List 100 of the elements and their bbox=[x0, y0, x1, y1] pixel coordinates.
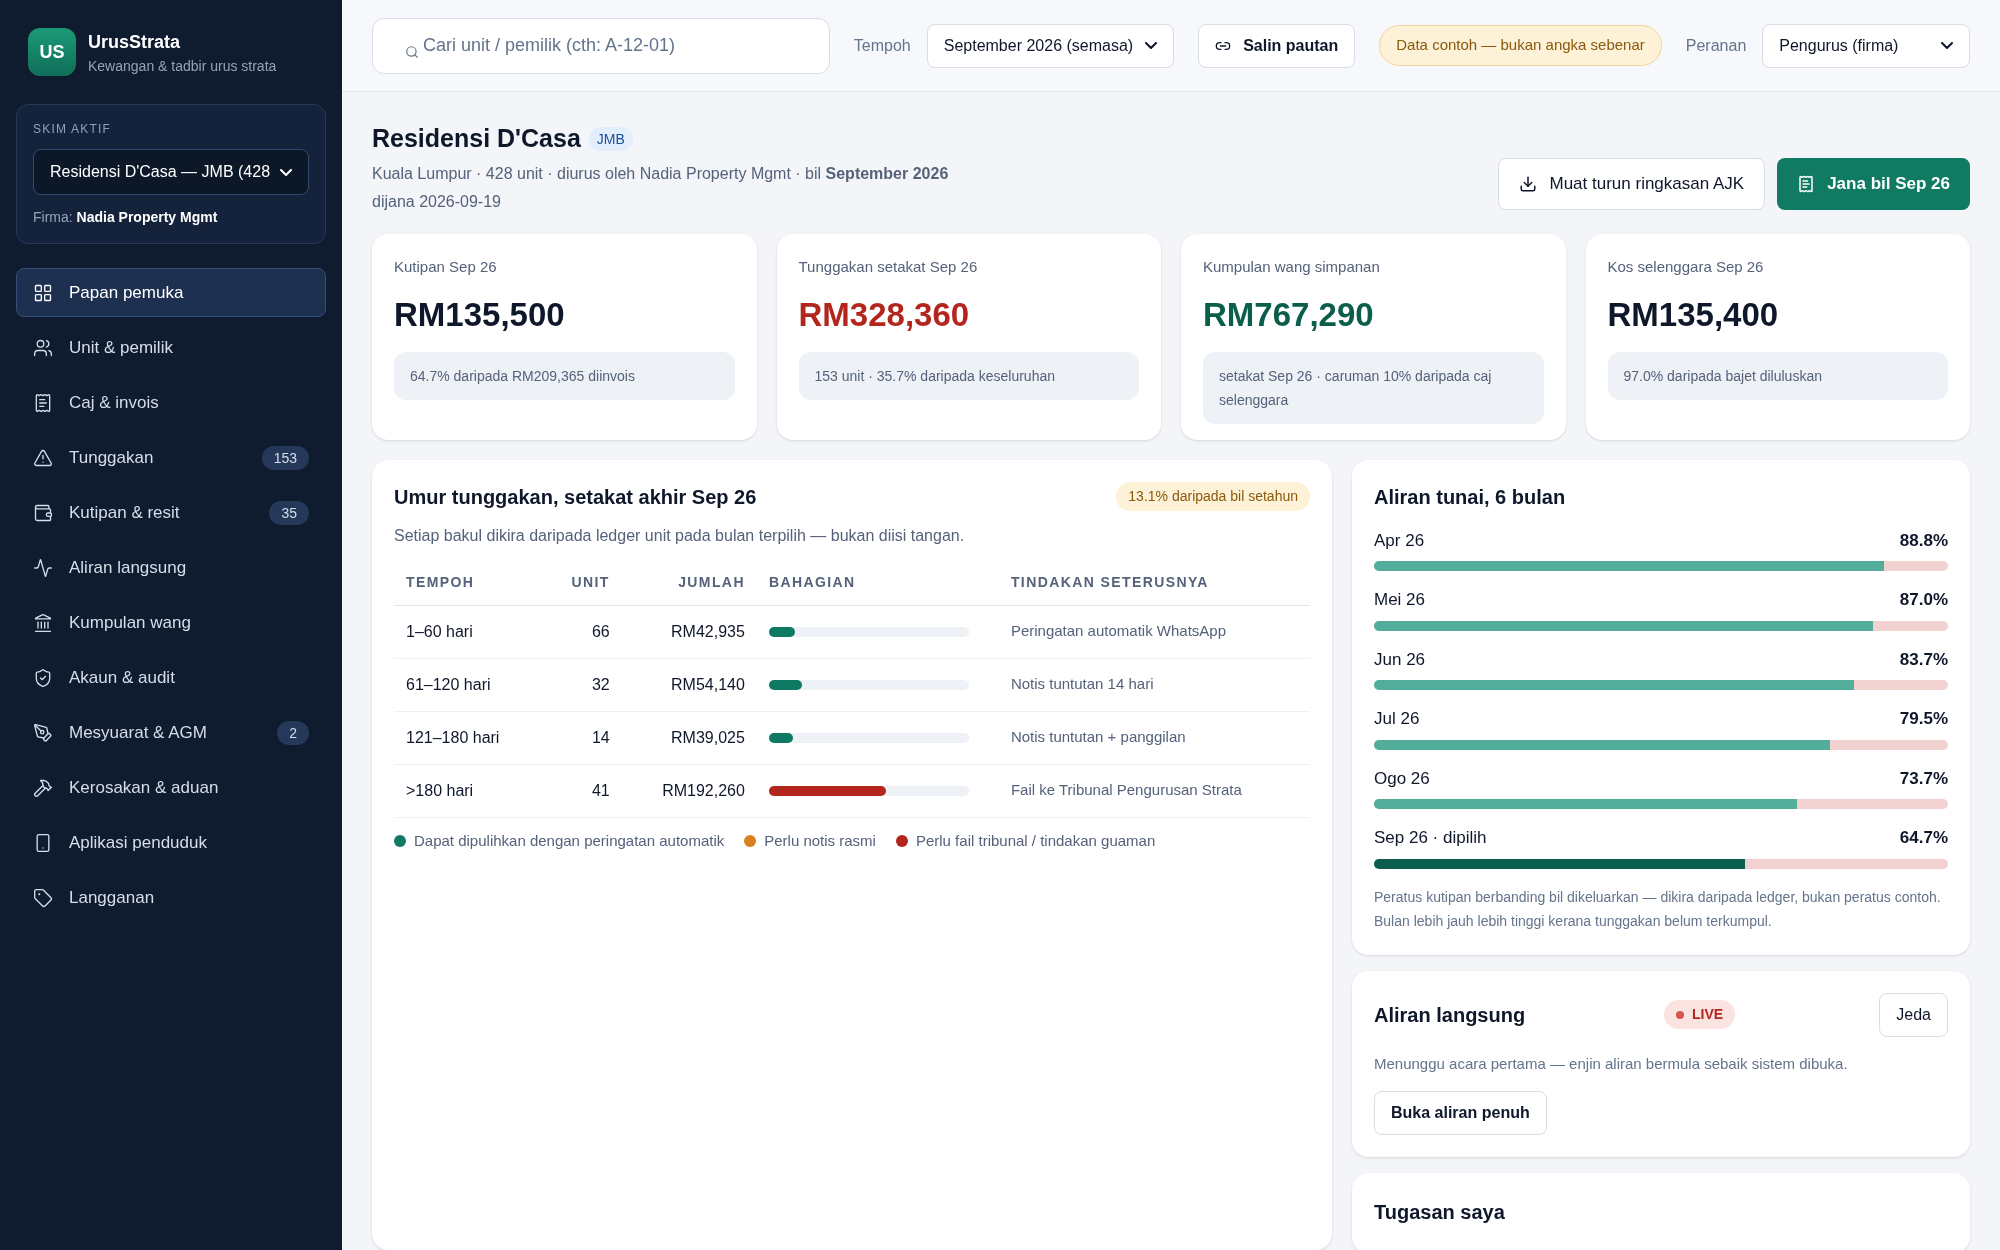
count-badge: 2 bbox=[277, 720, 309, 745]
nav-item[interactable]: Mesyuarat & AGM 2 bbox=[16, 708, 326, 757]
table-cell: 121–180 hari bbox=[394, 711, 543, 764]
column-header: BAHAGIAN bbox=[756, 559, 987, 605]
card-subtitle: Setiap bakul dikira daripada ledger unit pada bulan terpilih — bukan diisi tangan. bbox=[394, 525, 966, 546]
card-title: Aliran tunai, 6 bulan bbox=[1374, 484, 1567, 510]
firm-text: Firma: Nadia Property Mgmt bbox=[33, 208, 219, 227]
table-cell: 66 bbox=[542, 605, 622, 658]
role-select[interactable]: Pengurus (firma) bbox=[1762, 23, 1970, 68]
grid-icon bbox=[33, 282, 53, 303]
kpi-value: RM767,290 bbox=[1203, 295, 1375, 335]
nav-item[interactable]: Kumpulan wang bbox=[16, 598, 326, 647]
nav-item[interactable]: Papan pemuka bbox=[16, 268, 326, 317]
column-header: TEMPOH bbox=[394, 559, 543, 605]
bank-icon bbox=[33, 612, 53, 633]
open-feed-button[interactable]: Buka aliran penuh bbox=[1374, 1091, 1547, 1135]
kpi-label: Kumpulan wang simpanan bbox=[1203, 256, 1381, 277]
collection-percent: 64.7% bbox=[1899, 827, 1948, 849]
table-cell: 32 bbox=[542, 658, 622, 711]
shield-icon bbox=[33, 667, 53, 688]
month-label: Mei 26 bbox=[1374, 589, 1426, 611]
scheme-type-badge: JMB bbox=[588, 126, 633, 151]
nav-item[interactable]: Kerosakan & aduan bbox=[16, 763, 326, 812]
cashflow-note: Peratus kutipan berbanding bil dikeluarkan — dikira daripada ledger, bukan peratus contoh. Bulan lebih jauh lebih tinggi kerana tunggakan belum terkumpul. bbox=[1374, 887, 1942, 931]
month-label: Apr 26 bbox=[1374, 529, 1425, 552]
tag-icon bbox=[33, 887, 53, 908]
table-cell: Fail ke Tribunal Pengurusan Strata bbox=[986, 764, 1310, 817]
chevron-icon bbox=[1941, 42, 1953, 49]
download-button[interactable]: Muat turun ringkasan AJK bbox=[1498, 157, 1766, 210]
table-cell: RM42,935 bbox=[621, 605, 757, 658]
month-label: Jul 26 bbox=[1374, 708, 1420, 730]
pause-button[interactable]: Jeda bbox=[1879, 992, 1948, 1037]
legend-label: Perlu fail tribunal / tindakan guaman bbox=[915, 830, 1156, 851]
kpi-value: RM135,400 bbox=[1607, 295, 1780, 335]
app-name: UrusStrata bbox=[88, 31, 182, 54]
copy-link-button[interactable]: Salin pautan bbox=[1198, 23, 1356, 68]
nav-item[interactable]: Aliran langsung bbox=[16, 543, 326, 592]
kpi-note: setakat Sep 26 · caruman 10% daripada caj selenggara bbox=[1203, 351, 1544, 424]
card-title: Aliran langsung bbox=[1374, 1002, 1527, 1028]
period-label: Tempoh bbox=[853, 35, 911, 56]
collection-percent: 83.7% bbox=[1899, 648, 1948, 671]
nav-item[interactable]: Tunggakan 153 bbox=[16, 433, 326, 482]
kpi-note: 153 unit · 35.7% daripada keseluruhan bbox=[798, 351, 1139, 400]
pulse-icon bbox=[33, 557, 53, 578]
nav-item[interactable]: Kutipan & resit 35 bbox=[16, 488, 326, 537]
wallet-icon bbox=[33, 502, 53, 523]
table-cell: 1–60 hari bbox=[394, 605, 543, 658]
nav-item[interactable]: Akaun & audit bbox=[16, 653, 326, 702]
page-title: Residensi D'Casa bbox=[372, 123, 581, 154]
aging-badge: 13.1% daripada bil setahun bbox=[1116, 482, 1310, 511]
receipt-icon bbox=[1797, 174, 1816, 193]
search-field[interactable]: Cari unit / pemilik (cth: A-12-01) bbox=[372, 17, 830, 74]
users-icon bbox=[33, 337, 53, 358]
table-cell: RM39,025 bbox=[621, 711, 757, 764]
column-header: TINDAKAN SETERUSNYA bbox=[986, 559, 1310, 605]
page-subtitle: Kuala Lumpur · 428 unit · diurus oleh Nadia Property Mgmt · bil September 2026 bbox=[372, 163, 949, 184]
collection-percent: 88.8% bbox=[1899, 529, 1948, 552]
collection-percent: 73.7% bbox=[1899, 767, 1948, 790]
table-cell: Peringatan automatik WhatsApp bbox=[986, 605, 1310, 658]
legend-label: Dapat dipulihkan dengan peringatan automatik bbox=[414, 830, 725, 851]
nav-item[interactable]: Caj & invois bbox=[16, 378, 326, 427]
card-title: Umur tunggakan, setakat akhir Sep 26 bbox=[394, 484, 757, 510]
collection-percent: 87.0% bbox=[1899, 589, 1948, 611]
count-badge: 35 bbox=[269, 500, 309, 525]
logo: US bbox=[28, 28, 76, 76]
generated-date: dijana 2026-09-19 bbox=[372, 191, 502, 212]
hammer-icon bbox=[33, 777, 53, 798]
live-badge: LIVE bbox=[1664, 1000, 1736, 1029]
search-icon bbox=[405, 44, 419, 59]
scheme-label: SKIM AKTIF bbox=[33, 121, 112, 137]
kpi-label: Tunggakan setakat Sep 26 bbox=[798, 256, 979, 277]
receipt-icon bbox=[33, 392, 53, 413]
collection-percent: 79.5% bbox=[1899, 708, 1948, 730]
table-cell: 41 bbox=[542, 764, 622, 817]
table-cell: RM192,260 bbox=[621, 764, 757, 817]
table-cell: 14 bbox=[542, 711, 622, 764]
generate-bill-button[interactable]: Jana bil Sep 26 bbox=[1777, 157, 1970, 210]
app-tagline: Kewangan & tadbir urus strata bbox=[88, 57, 277, 76]
chevron-icon bbox=[1145, 42, 1158, 49]
table-cell: >180 hari bbox=[394, 764, 543, 817]
scheme-select[interactable]: Residensi D'Casa — JMB (428 bbox=[33, 149, 309, 195]
warning-icon bbox=[33, 447, 53, 468]
month-label: Sep 26 · dipilih bbox=[1374, 827, 1487, 849]
nav-item[interactable]: Unit & pemilik bbox=[16, 323, 326, 372]
sample-data-notice: Data contoh — bukan angka sebenar bbox=[1379, 25, 1662, 66]
nav-item[interactable]: Aplikasi penduduk bbox=[16, 818, 326, 867]
kpi-value: RM135,500 bbox=[394, 295, 566, 335]
count-badge: 153 bbox=[261, 445, 309, 470]
column-header: JUMLAH bbox=[621, 559, 757, 605]
period-select[interactable]: September 2026 (semasa) bbox=[926, 23, 1175, 68]
column-header: UNIT bbox=[542, 559, 622, 605]
kpi-value: RM328,360 bbox=[798, 295, 971, 335]
nav-item[interactable]: Langganan bbox=[16, 873, 326, 922]
download-icon bbox=[1519, 174, 1538, 193]
table-cell: Notis tuntutan 14 hari bbox=[986, 658, 1310, 711]
table-cell: 61–120 hari bbox=[394, 658, 543, 711]
legend-label: Perlu notis rasmi bbox=[764, 830, 876, 851]
kpi-note: 97.0% daripada bajet diluluskan bbox=[1607, 351, 1948, 400]
pen-icon bbox=[33, 722, 53, 743]
kpi-label: Kutipan Sep 26 bbox=[394, 256, 498, 277]
